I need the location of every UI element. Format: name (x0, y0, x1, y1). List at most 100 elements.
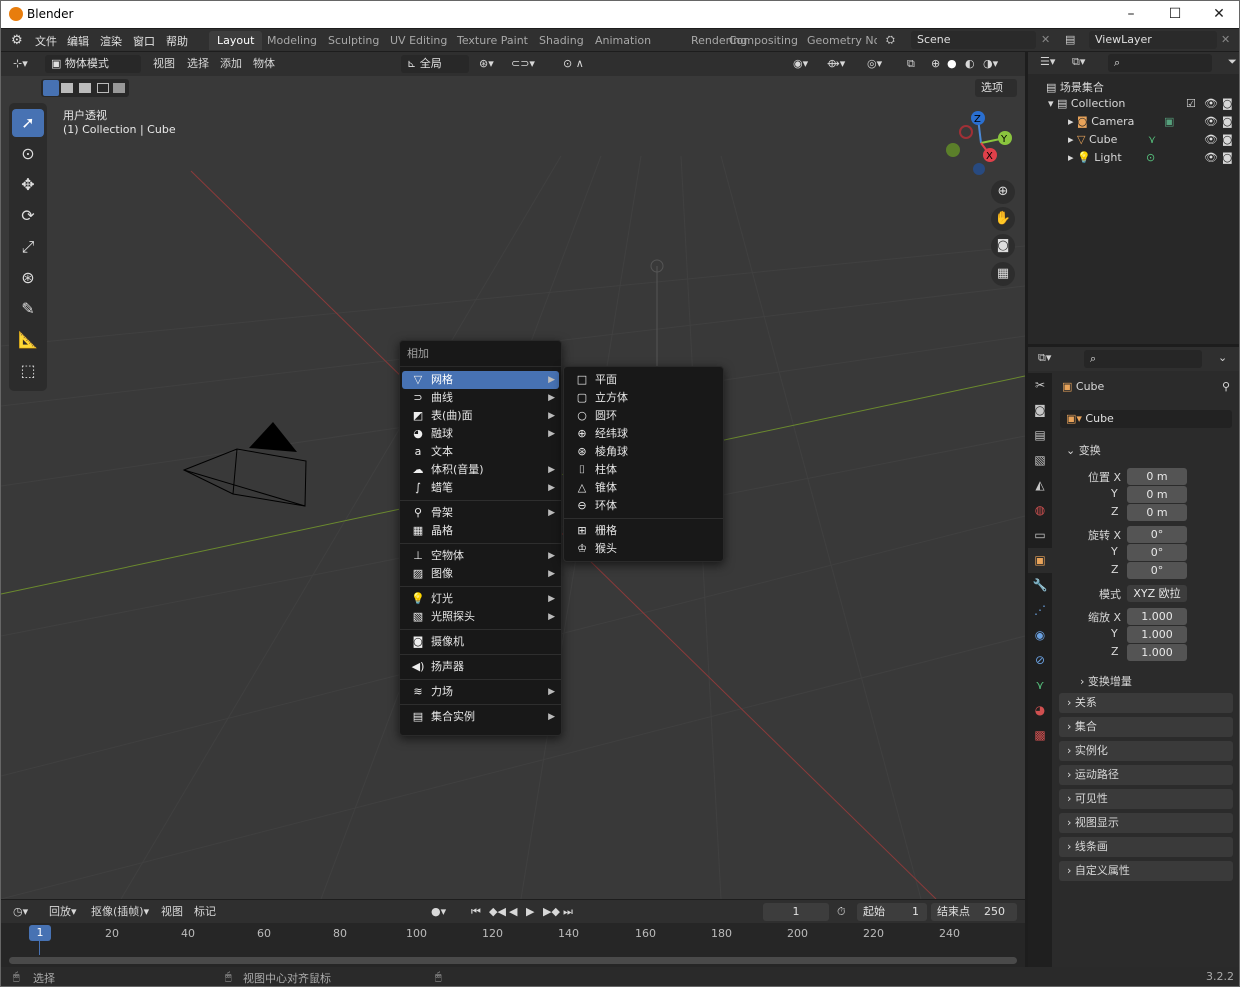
view-layer-icon[interactable]: ▤ (1065, 33, 1075, 46)
playhead-frame[interactable]: 1 (29, 925, 51, 941)
mesh-cylinder[interactable]: ⌷ 柱体 (566, 461, 721, 479)
tab-modeling[interactable]: Modeling (259, 31, 325, 50)
add-menu-speaker[interactable]: ◀) 扬声器 (402, 658, 559, 676)
mesh-cube[interactable]: ▢ 立方体 (566, 389, 721, 407)
particles-tab-icon[interactable]: ⋰ (1028, 598, 1052, 623)
menu-window[interactable]: 窗口 (133, 33, 155, 49)
tab-texture-paint[interactable]: Texture Paint (449, 31, 536, 50)
cursor-tool[interactable]: ⊙ (12, 140, 44, 168)
camera-data-icon[interactable]: ▣ (1164, 115, 1174, 128)
scene-icon[interactable]: ⛭ (886, 33, 895, 47)
rotation-mode-select[interactable]: XYZ 欧拉 (1127, 585, 1187, 602)
eye-icon[interactable]: 👁 (1204, 115, 1218, 128)
tab-geometry-nodes[interactable]: Geometry Noc (799, 31, 877, 50)
start-frame-field[interactable]: 起始 1 (857, 903, 927, 921)
select-intersect-icon[interactable] (113, 83, 125, 93)
timeline-area[interactable]: 1 20 40 60 80 100 120 140 160 180 200 22… (1, 923, 1025, 967)
render-tab-icon[interactable]: ◙ (1028, 398, 1052, 423)
shading-solid-icon[interactable]: ● (947, 55, 957, 73)
prev-keyframe-icon[interactable]: ◆◀ (489, 903, 506, 921)
physics-tab-icon[interactable]: ◉ (1028, 623, 1052, 648)
delta-transform-header[interactable]: › 变换增量 (1080, 673, 1132, 689)
pin-icon[interactable]: ⚲ (1222, 380, 1230, 393)
rotation-z-field[interactable]: 0° (1127, 562, 1187, 579)
add-menu-armature[interactable]: ⚲ 骨架 ▶ (402, 504, 559, 522)
panel-instancing[interactable]: › 实例化 (1059, 741, 1233, 761)
add-menu-curve[interactable]: ⊃ 曲线 ▶ (402, 389, 559, 407)
editor-type-icon[interactable]: ⊹▾ (13, 55, 28, 73)
play-reverse-icon[interactable]: ◀ (509, 903, 517, 921)
mesh-uv-sphere[interactable]: ⊕ 经纬球 (566, 425, 721, 443)
add-menu-empty[interactable]: ⊥ 空物体 ▶ (402, 547, 559, 565)
tab-shading[interactable]: Shading (531, 31, 592, 50)
camera-view-icon[interactable]: ◙ (991, 234, 1015, 258)
properties-editor-icon[interactable]: ⧉▾ (1038, 351, 1051, 365)
panel-visibility[interactable]: › 可见性 (1059, 789, 1233, 809)
location-x-field[interactable]: 0 m (1127, 468, 1187, 485)
stopwatch-icon[interactable]: ⏱ (837, 903, 846, 921)
tab-uv-editing[interactable]: UV Editing (382, 31, 455, 50)
current-frame-field[interactable]: 1 (763, 903, 829, 921)
add-menu-light-probe[interactable]: ▧ 光照探头 ▶ (402, 608, 559, 626)
menu-select[interactable]: 选择 (187, 55, 209, 73)
timeline-editor-icon[interactable]: ◷▾ (13, 903, 28, 921)
rotation-x-field[interactable]: 0° (1127, 526, 1187, 543)
ortho-grid-icon[interactable]: ▦ (991, 262, 1015, 286)
rotate-tool[interactable]: ⟳ (12, 202, 44, 230)
scale-y-field[interactable]: 1.000 (1127, 626, 1187, 643)
tool-tab-icon[interactable]: ✂ (1028, 373, 1052, 398)
mesh-cone[interactable]: △ 锥体 (566, 479, 721, 497)
jump-start-icon[interactable]: ⏮ (471, 903, 481, 921)
options-button[interactable]: 选项 (975, 79, 1017, 97)
select-box-tool[interactable]: ➚ (12, 109, 44, 137)
chevron-down-icon[interactable]: ⌄ (1218, 351, 1227, 364)
zoom-icon[interactable]: ⊕ (991, 180, 1015, 204)
gizmo-icon[interactable]: ⟴▾ (827, 55, 845, 73)
add-menu-volume[interactable]: ☁ 体积(音量) ▶ (402, 461, 559, 479)
location-y-field[interactable]: 0 m (1127, 486, 1187, 503)
shading-wireframe-icon[interactable]: ⊕ (931, 55, 940, 73)
annotate-tool[interactable]: ✎ (12, 295, 44, 323)
collection-tab-icon[interactable]: ▭ (1028, 523, 1052, 548)
output-tab-icon[interactable]: ▤ (1028, 423, 1052, 448)
panel-viewport-display[interactable]: › 视图显示 (1059, 813, 1233, 833)
tab-sculpting[interactable]: Sculpting (320, 31, 387, 50)
select-new-icon[interactable] (43, 80, 59, 96)
mesh-data-icon[interactable]: ⋎ (1148, 133, 1156, 146)
menu-object[interactable]: 物体 (253, 55, 275, 73)
overlay-icon[interactable]: ◎▾ (867, 55, 882, 73)
menu-timeline-view[interactable]: 视图 (161, 903, 183, 921)
menu-file[interactable]: 文件 (35, 33, 57, 49)
view-layer-tab-icon[interactable]: ▧ (1028, 448, 1052, 473)
menu-add[interactable]: 添加 (220, 55, 242, 73)
location-z-field[interactable]: 0 m (1127, 504, 1187, 521)
add-cube-tool[interactable]: ⬚ (12, 357, 44, 385)
menu-marker[interactable]: 标记 (194, 903, 216, 921)
transform-tool[interactable]: ⊛ (12, 264, 44, 292)
add-menu-image[interactable]: ▨ 图像 ▶ (402, 565, 559, 583)
mesh-torus[interactable]: ⊖ 环体 (566, 497, 721, 515)
scale-x-field[interactable]: 1.000 (1127, 608, 1187, 625)
outliner-item-cube[interactable]: ▸ ▽ Cube ⋎ 👁 ◙ (1068, 133, 1238, 146)
pivot-icon[interactable]: ⊛▾ (479, 55, 494, 73)
tab-animation[interactable]: Animation (587, 31, 659, 50)
scene-tab-icon[interactable]: ◭ (1028, 473, 1052, 498)
blender-menu-icon[interactable]: ⚙ (11, 33, 23, 48)
mesh-grid[interactable]: ⊞ 栅格 (566, 522, 721, 540)
panel-relations[interactable]: › 关系 (1059, 693, 1233, 713)
menu-edit[interactable]: 编辑 (67, 33, 89, 49)
rotation-y-field[interactable]: 0° (1127, 544, 1187, 561)
world-tab-icon[interactable]: ◍ (1028, 498, 1052, 523)
outliner-item-light[interactable]: ▸ 💡 Light ⊙ 👁 ◙ (1068, 151, 1238, 164)
outliner-search-field[interactable]: ⌕ (1108, 54, 1212, 72)
menu-playback[interactable]: 回放▾ (49, 903, 77, 921)
visibility-icon[interactable]: ◉▾ (793, 55, 808, 73)
end-frame-field[interactable]: 结束点 250 (931, 903, 1017, 921)
mesh-plane[interactable]: □ 平面 (566, 371, 721, 389)
mesh-circle[interactable]: ○ 圆环 (566, 407, 721, 425)
camera-render-icon[interactable]: ◙ (1222, 97, 1233, 110)
object-tab-icon[interactable]: ▣ (1028, 548, 1052, 573)
material-tab-icon[interactable]: ◕ (1028, 698, 1052, 723)
timeline-scrollbar[interactable] (9, 957, 1017, 964)
panel-line-art[interactable]: › 线条画 (1059, 837, 1233, 857)
